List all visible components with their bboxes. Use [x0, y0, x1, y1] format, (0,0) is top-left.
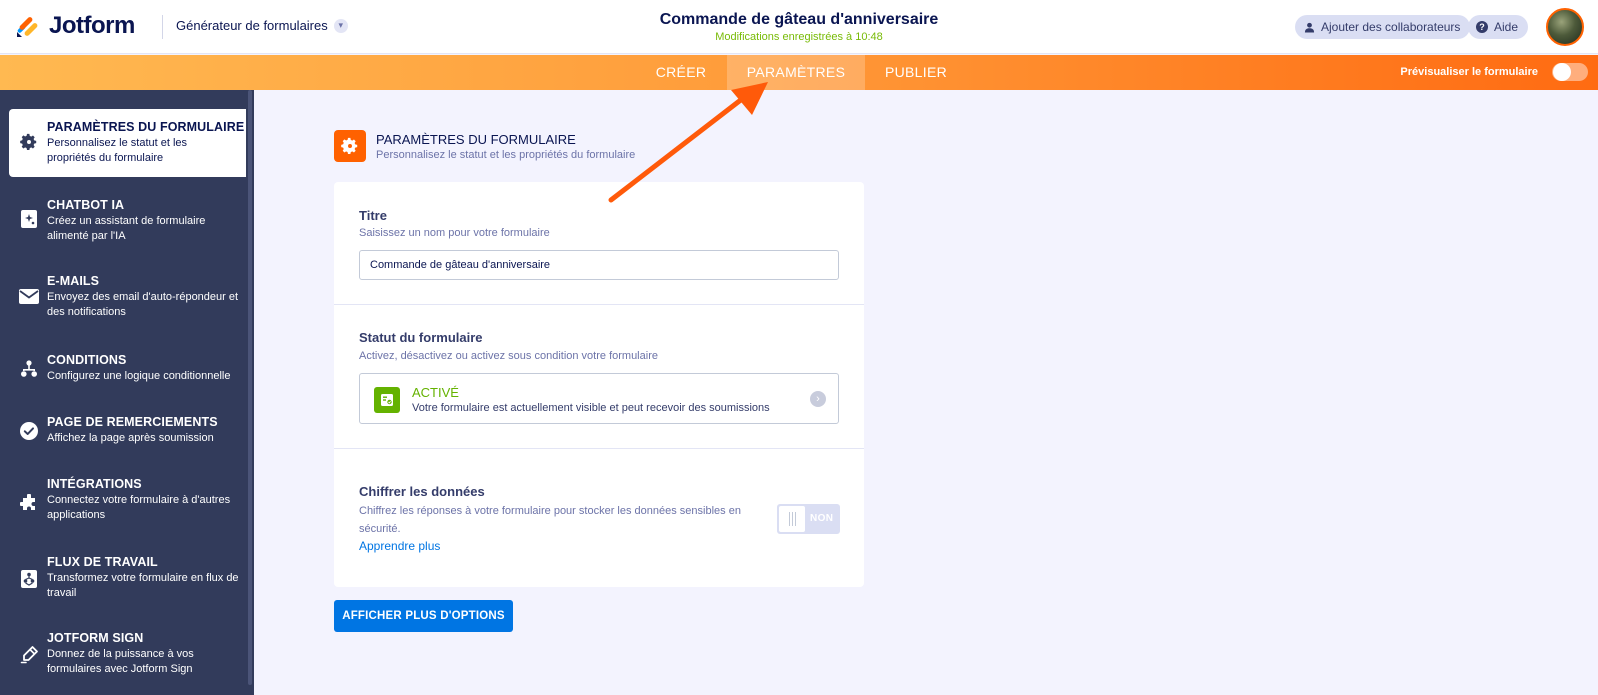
form-title-input[interactable] [359, 250, 839, 280]
tab-settings[interactable]: PARAMÈTRES [727, 55, 865, 90]
sidebar-item-title: CONDITIONS [47, 353, 127, 367]
builder-tab-bar: CRÉER PARAMÈTRES PUBLIER Prévisualiser l… [0, 55, 1598, 90]
gear-icon [18, 131, 40, 153]
help-label: Aide [1494, 20, 1519, 34]
user-icon [1303, 21, 1315, 33]
sidebar-item-title: CHATBOT IA [47, 198, 125, 212]
encrypt-data-toggle[interactable]: NON [777, 504, 840, 534]
envelope-icon [18, 285, 40, 307]
add-collaborators-label: Ajouter des collaborateurs [1321, 20, 1461, 34]
avatar[interactable] [1546, 8, 1584, 46]
card-divider [334, 304, 864, 305]
active-form-icon [374, 387, 400, 413]
section-title: PARAMÈTRES DU FORMULAIRE [376, 132, 576, 147]
add-collaborators-button[interactable]: Ajouter des collaborateurs [1295, 15, 1471, 39]
sidebar-item-desc: Personnalisez le statut et les propriété… [47, 137, 188, 164]
encrypt-field-label: Chiffrer les données [359, 484, 485, 499]
sidebar-item-form-settings[interactable]: PARAMÈTRES DU FORMULAIRE Personnalisez l… [9, 109, 246, 177]
gear-icon [334, 130, 366, 162]
sidebar-item-thank-you-page[interactable]: PAGE DE REMERCIEMENTS Affichez la page a… [0, 410, 248, 460]
show-more-options-button[interactable]: AFFICHER PLUS D'OPTIONS [334, 600, 513, 632]
sidebar-item-workflows[interactable]: FLUX DE TRAVAIL Transformez votre formul… [0, 553, 248, 613]
sidebar-item-title: E-MAILS [47, 274, 100, 288]
card-divider [334, 448, 864, 449]
toggle-thumb [779, 506, 805, 532]
chatbot-icon [18, 208, 40, 230]
sidebar-item-desc: Envoyez des email d'auto-répondeur et de… [47, 291, 239, 318]
sidebar-scrollbar[interactable] [248, 90, 252, 685]
help-icon: ? [1476, 21, 1488, 33]
toggle-state-label: NON [810, 513, 834, 524]
status-field-label: Statut du formulaire [359, 330, 483, 345]
sidebar-item-desc: Configurez une logique conditionnelle [47, 370, 231, 382]
sidebar-item-title: FLUX DE TRAVAIL [47, 555, 158, 569]
sidebar-item-integrations[interactable]: INTÉGRATIONS Connectez votre formulaire … [0, 475, 248, 535]
tab-create[interactable]: CRÉER [638, 55, 724, 90]
settings-sidebar: PARAMÈTRES DU FORMULAIRE Personnalisez l… [0, 90, 254, 695]
settings-card: Titre Saisissez un nom pour votre formul… [334, 182, 864, 587]
status-title: ACTIVÉ [412, 385, 459, 400]
sidebar-item-desc: Créez un assistant de formulaire aliment… [47, 215, 206, 242]
learn-more-link[interactable]: Apprendre plus [359, 539, 440, 553]
puzzle-icon [18, 492, 40, 514]
sidebar-item-jotform-sign[interactable]: JOTFORM SIGN Donnez de la puissance à vo… [0, 629, 248, 689]
sidebar-item-desc: Donnez de la puissance à vos formulaires… [47, 648, 194, 675]
sidebar-item-title: PAGE DE REMERCIEMENTS [47, 415, 218, 429]
pen-icon [18, 643, 40, 665]
help-button[interactable]: ? Aide [1468, 15, 1529, 39]
encrypt-field-description: Chiffrez les réponses à votre formulaire… [359, 505, 741, 535]
sidebar-item-desc: Affichez la page après soumission [47, 432, 214, 444]
title-field-hint: Saisissez un nom pour votre formulaire [359, 227, 550, 239]
sidebar-item-title: PARAMÈTRES DU FORMULAIRE [47, 120, 245, 134]
check-circle-icon [18, 420, 40, 442]
tab-publish[interactable]: PUBLIER [870, 55, 962, 90]
preview-toggle-knob [1553, 63, 1571, 81]
workflow-icon [18, 568, 40, 590]
sidebar-item-ai-chatbot[interactable]: CHATBOT IA Créez un assistant de formula… [0, 196, 248, 256]
sidebar-item-title: JOTFORM SIGN [47, 631, 144, 645]
section-subtitle: Personnalisez le statut et les propriété… [376, 149, 636, 161]
sidebar-item-title: INTÉGRATIONS [47, 477, 142, 491]
preview-label: Prévisualiser le formulaire [1400, 66, 1538, 78]
preview-toggle[interactable] [1552, 63, 1588, 81]
top-header: Jotform Générateur de formulaires ▾ Comm… [0, 0, 1598, 54]
chevron-right-icon: › [810, 391, 826, 407]
sidebar-item-conditions[interactable]: CONDITIONS Configurez une logique condit… [0, 348, 248, 398]
form-status-selector[interactable]: ACTIVÉ Votre formulaire est actuellement… [359, 373, 839, 424]
conditions-icon [18, 358, 40, 380]
status-description: Votre formulaire est actuellement visibl… [412, 402, 770, 414]
status-field-hint: Activez, désactivez ou activez sous cond… [359, 350, 658, 362]
sidebar-item-desc: Connectez votre formulaire à d'autres ap… [47, 494, 231, 521]
title-field-label: Titre [359, 208, 387, 223]
sidebar-item-desc: Transformez votre formulaire en flux de … [47, 572, 239, 599]
svg-text:?: ? [1479, 22, 1485, 32]
sidebar-item-emails[interactable]: E-MAILS Envoyez des email d'auto-réponde… [0, 272, 248, 332]
